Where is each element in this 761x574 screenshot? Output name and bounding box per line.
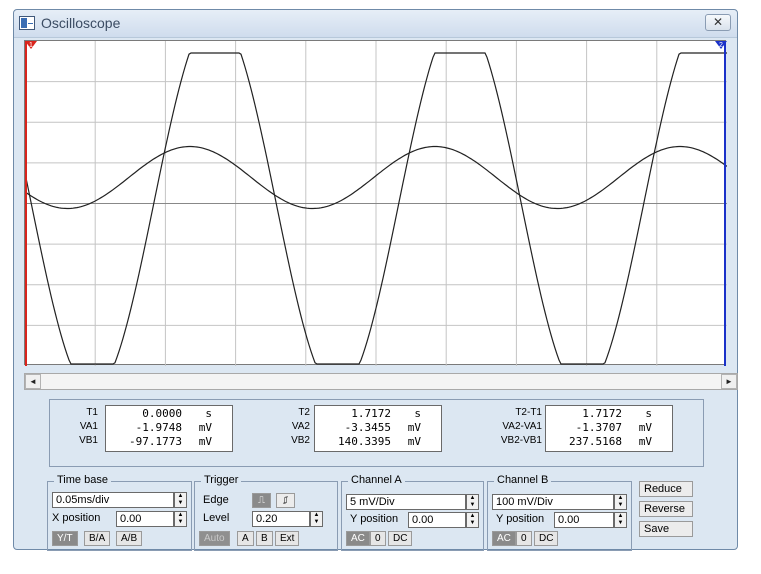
trigger-level-field[interactable]: 0.20 xyxy=(252,511,310,527)
t1-value: 0.0000 xyxy=(142,407,182,420)
window-title: Oscilloscope xyxy=(41,15,121,31)
falling-edge-icon[interactable]: ⎎ xyxy=(276,493,295,508)
t2-value: 1.7172 xyxy=(351,407,391,420)
channel-b-zero-button[interactable]: 0 xyxy=(516,531,532,546)
cursor-2-label: 2 xyxy=(719,42,723,49)
trigger-ext-button[interactable]: Ext xyxy=(275,531,300,546)
channel-b-ypos-field[interactable]: 0.00 xyxy=(554,512,614,528)
channel-a-group: Channel A 5 mV/Div ▲ ▼ Y position 0.00 ▲ ▼… xyxy=(341,474,484,551)
channel-a-ypos-spinner[interactable]: ▲ ▼ xyxy=(466,512,479,528)
mode-ba-button[interactable]: B/A xyxy=(84,531,111,546)
rising-edge-icon[interactable]: ⎍ xyxy=(252,493,271,508)
trigger-b-button[interactable]: B xyxy=(256,531,273,546)
channel-a-ypos-label: Y position xyxy=(350,513,399,525)
oscilloscope-window: Oscilloscope ✕ 1 2 ◄ ► T1 VA1 VB1 0.0000… xyxy=(13,9,738,551)
readout-label: T2-T1 xyxy=(515,407,542,418)
x-position-label: X position xyxy=(52,512,101,524)
readout-label: VB2 xyxy=(291,435,310,446)
va2-va1-value: -1.3707 xyxy=(575,421,622,434)
title-bar[interactable]: Oscilloscope ✕ xyxy=(14,10,737,38)
measurement-readout: T1 VA1 VB1 0.0000 s -1.9748 mV -97.1773 mV … xyxy=(49,399,704,467)
t2-t1-value: 1.7172 xyxy=(582,407,622,420)
channel-b-group: Channel B 100 mV/Div ▲ ▼ Y position 0.00 … xyxy=(487,474,632,551)
cursor-1-label: 1 xyxy=(29,42,33,49)
readout-label: T2 xyxy=(298,407,310,418)
timebase-field[interactable]: 0.05ms/div xyxy=(52,492,174,508)
channel-a-scale-field[interactable]: 5 mV/Div xyxy=(346,494,466,510)
channel-a-ypos-field[interactable]: 0.00 xyxy=(408,512,466,528)
x-position-field[interactable]: 0.00 xyxy=(116,511,174,527)
edge-label: Edge xyxy=(203,494,229,506)
channel-a-zero-button[interactable]: 0 xyxy=(370,531,386,546)
va1-value: -1.9748 xyxy=(135,421,182,434)
scope-grid xyxy=(25,41,727,366)
readout-label: VB1 xyxy=(79,435,98,446)
timebase-spinner[interactable]: ▲ ▼ xyxy=(174,492,187,508)
readout-box-delta: 1.7172 s -1.3707 mV 237.5168 mV xyxy=(545,405,673,452)
channel-b-ypos-spinner[interactable]: ▲ ▼ xyxy=(614,512,627,528)
reverse-button[interactable]: Reverse xyxy=(639,501,693,517)
vb2-value: 140.3395 xyxy=(338,435,391,448)
save-button[interactable]: Save xyxy=(639,521,693,537)
channel-a-ac-button[interactable]: AC xyxy=(346,531,370,546)
readout-label: T1 xyxy=(86,407,98,418)
va2-value: -3.3455 xyxy=(344,421,391,434)
channel-b-scale-field[interactable]: 100 mV/Div xyxy=(492,494,614,510)
channel-b-scale-spinner[interactable]: ▲ ▼ xyxy=(614,494,627,510)
readout-box-cursor1: 0.0000 s -1.9748 mV -97.1773 mV xyxy=(105,405,233,452)
x-position-spinner[interactable]: ▲ ▼ xyxy=(174,511,187,527)
horizontal-scrollbar[interactable]: ◄ ► xyxy=(24,373,738,390)
trigger-label: Trigger xyxy=(201,474,242,486)
readout-box-cursor2: 1.7172 s -3.3455 mV 140.3395 mV xyxy=(314,405,442,452)
timebase-group: Time base 0.05ms/div ▲ ▼ X position 0.00 … xyxy=(47,474,192,551)
channel-a-label: Channel A xyxy=(348,474,405,486)
vb1-value: -97.1773 xyxy=(129,435,182,448)
readout-label: VA2-VA1 xyxy=(502,421,542,432)
mode-yt-button[interactable]: Y/T xyxy=(52,531,78,546)
channel-a-scale-spinner[interactable]: ▲ ▼ xyxy=(466,494,479,510)
trigger-auto-button[interactable]: Auto xyxy=(199,531,230,546)
timebase-label: Time base xyxy=(54,474,111,486)
close-button[interactable]: ✕ xyxy=(705,14,731,31)
actions-group: Reduce Reverse Save xyxy=(635,481,731,551)
scroll-left-button[interactable]: ◄ xyxy=(25,374,41,389)
readout-label: VB2-VB1 xyxy=(500,435,542,446)
trigger-group: Trigger Edge ⎍ ⎎ Level 0.20 ▲ ▼ Auto A B … xyxy=(194,474,338,551)
level-label: Level xyxy=(203,512,230,524)
oscilloscope-icon xyxy=(19,16,35,30)
scroll-right-button[interactable]: ► xyxy=(721,374,737,389)
scope-svg: 1 2 xyxy=(25,41,727,366)
reduce-button[interactable]: Reduce xyxy=(639,481,693,497)
channel-a-dc-button[interactable]: DC xyxy=(388,531,413,546)
trigger-a-button[interactable]: A xyxy=(237,531,254,546)
readout-label: VA2 xyxy=(291,421,310,432)
channel-b-ypos-label: Y position xyxy=(496,513,545,525)
readout-label: VA1 xyxy=(79,421,98,432)
scope-display: 1 2 xyxy=(24,40,727,366)
channel-b-label: Channel B xyxy=(494,474,552,486)
channel-b-ac-button[interactable]: AC xyxy=(492,531,516,546)
mode-ab-button[interactable]: A/B xyxy=(116,531,143,546)
channel-b-dc-button[interactable]: DC xyxy=(534,531,559,546)
trigger-level-spinner[interactable]: ▲ ▼ xyxy=(310,511,323,527)
vb2-vb1-value: 237.5168 xyxy=(569,435,622,448)
